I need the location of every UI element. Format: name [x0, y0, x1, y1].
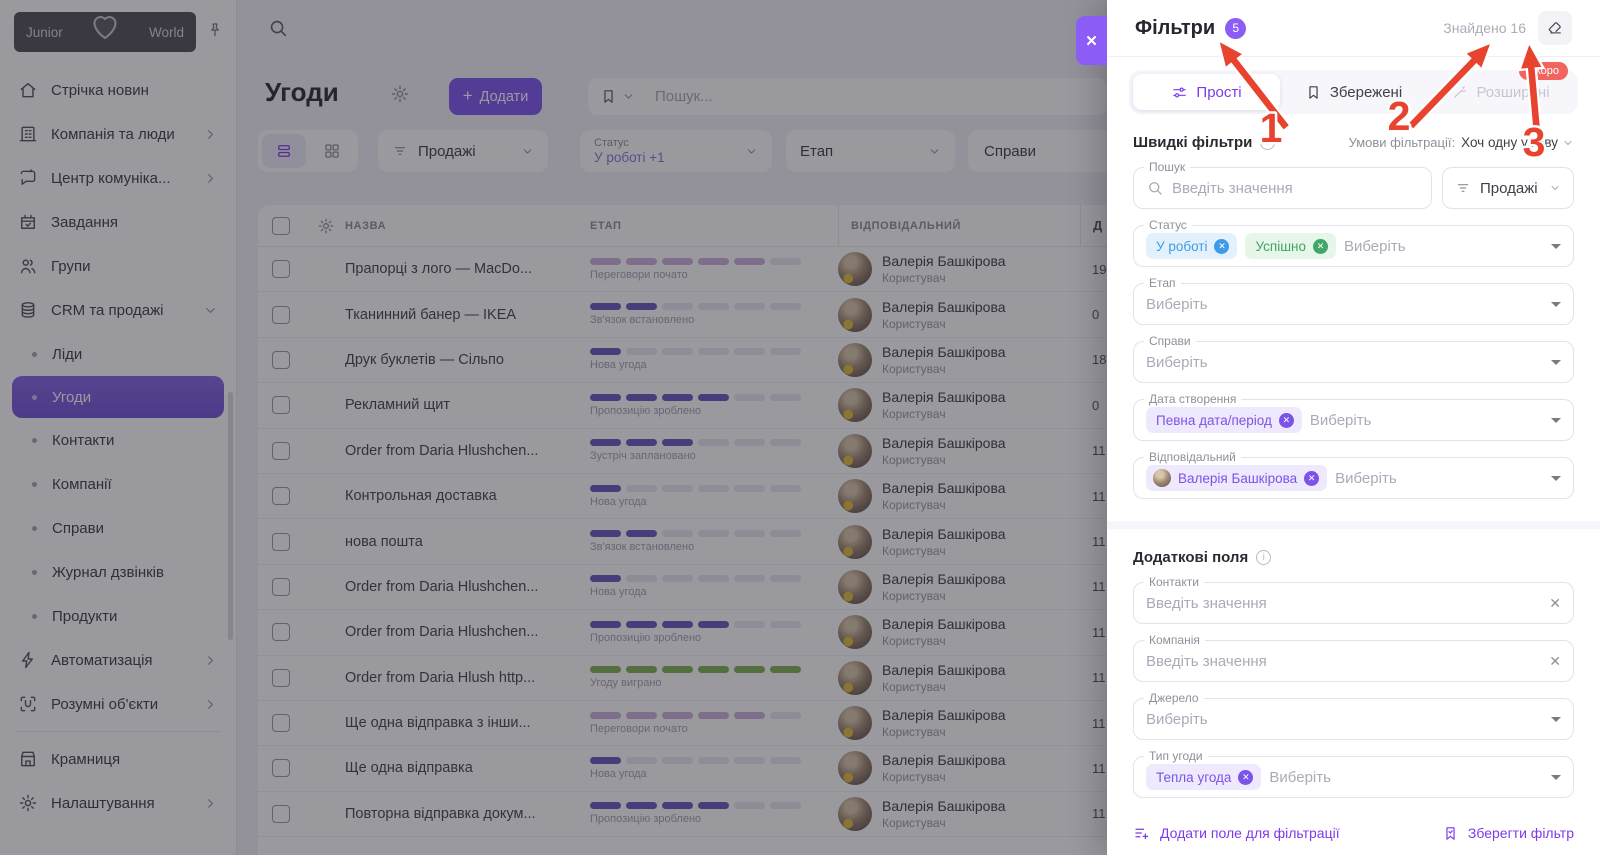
field-placeholder: Введіть значення	[1146, 594, 1267, 612]
found-count: Знайдено 16	[1443, 20, 1526, 36]
filter-field-cases[interactable]: Справи Виберіть	[1133, 334, 1574, 383]
field-placeholder: Виберіть	[1335, 469, 1397, 487]
add-field-icon	[1133, 824, 1151, 842]
overlay-scrim[interactable]	[0, 0, 1107, 855]
bookmark-check-icon	[1442, 825, 1459, 842]
field-label: Контакти	[1144, 575, 1204, 589]
dropdown-arrow-icon[interactable]	[1551, 243, 1561, 249]
funnel-mini-select[interactable]: Продажі	[1442, 167, 1574, 209]
close-panel-button[interactable]: ✕	[1076, 16, 1107, 65]
avatar	[1153, 469, 1171, 487]
filter-tab-simple[interactable]: Прості	[1133, 74, 1280, 110]
filter-field-deal-type[interactable]: Тип угоди Тепла угода ✕ Виберіть	[1133, 749, 1574, 798]
remove-chip-icon[interactable]: ✕	[1214, 238, 1230, 254]
sliders-icon	[1171, 84, 1188, 101]
dropdown-arrow-icon[interactable]	[1551, 417, 1561, 423]
filter-lines-icon	[1455, 180, 1471, 196]
remove-chip-icon[interactable]: ✕	[1238, 769, 1254, 785]
filter-field-search[interactable]: Пошук Введіть значення	[1133, 160, 1432, 209]
wand-icon	[1451, 84, 1468, 101]
extra-fields: Контакти Введіть значення ✕ Компанія Введіть…	[1133, 575, 1574, 798]
field-label: Відповідальний	[1144, 450, 1241, 464]
extra-fields-title: Додаткові поля	[1133, 549, 1249, 566]
search-icon	[1146, 179, 1164, 197]
save-filter-link[interactable]: Зберегти фільтр	[1442, 825, 1574, 842]
dropdown-arrow-icon[interactable]	[1551, 475, 1561, 481]
tab-label: Збережені	[1329, 83, 1403, 101]
filter-field-responsible[interactable]: Відповідальний Валерія Башкірова ✕ Виберіть	[1133, 450, 1574, 499]
field-label: Компанія	[1144, 633, 1205, 647]
filter-chip[interactable]: Успішно ✕	[1245, 233, 1336, 259]
filter-chip[interactable]: Тепла угода ✕	[1146, 764, 1262, 790]
field-placeholder: Введіть значення	[1172, 179, 1293, 197]
filter-field-created-date[interactable]: Дата створення Певна дата/період ✕ Виберіть	[1133, 392, 1574, 441]
filter-field-stage[interactable]: Етап Виберіть	[1133, 276, 1574, 325]
filter-field-source[interactable]: Джерело Виберіть	[1133, 691, 1574, 740]
filter-tab-saved[interactable]: Збережені	[1280, 74, 1427, 110]
quick-filters-title: Швидкі фільтри	[1133, 134, 1253, 151]
filter-tabs: Прості Збережені Розширені Скоро	[1129, 62, 1578, 114]
mini-select-value: Продажі	[1480, 179, 1538, 197]
field-row: Пошук Введіть значення Продажі	[1133, 160, 1574, 209]
tab-label: Розширені	[1476, 83, 1550, 101]
field-placeholder: Виберіть	[1146, 710, 1208, 728]
info-icon: i	[1260, 135, 1276, 150]
field-label: Статус	[1144, 218, 1192, 232]
active-filters-badge: 5	[1225, 17, 1247, 39]
add-filter-field-link[interactable]: Додати поле для фільтрації	[1133, 824, 1340, 842]
filter-field-status[interactable]: Статус У роботі ✕ Успішно ✕ Виберіть	[1133, 218, 1574, 267]
field-label: Тип угоди	[1144, 749, 1208, 763]
bookmark-icon	[1305, 84, 1322, 101]
filter-panel: Фільтри 5 Знайдено 16 Прості Збережені Роз…	[1107, 0, 1600, 855]
filter-panel-body: Швидкі фільтри i Умови фільтрації: Хоч о…	[1107, 114, 1600, 855]
remove-chip-icon[interactable]: ✕	[1304, 470, 1320, 486]
field-placeholder: Виберіть	[1344, 237, 1406, 255]
field-label: Пошук	[1144, 160, 1191, 174]
field-label: Справи	[1144, 334, 1196, 348]
field-label: Джерело	[1144, 691, 1204, 705]
soon-badge: Скоро	[1518, 62, 1568, 80]
filter-field-company[interactable]: Компанія Введіть значення ✕	[1133, 633, 1574, 682]
quick-fields: Пошук Введіть значення Продажі Статус У робо…	[1133, 160, 1574, 499]
panel-title: Фільтри	[1135, 16, 1216, 39]
dropdown-arrow-icon[interactable]	[1551, 774, 1561, 780]
clear-filters-eraser-button[interactable]	[1538, 11, 1572, 45]
clear-icon[interactable]: ✕	[1549, 653, 1561, 670]
remove-chip-icon[interactable]: ✕	[1313, 238, 1328, 254]
field-placeholder: Виберіть	[1309, 411, 1372, 429]
dropdown-arrow-icon[interactable]	[1551, 301, 1561, 307]
clear-icon[interactable]: ✕	[1549, 595, 1561, 612]
close-icon: ✕	[1085, 32, 1098, 50]
field-placeholder: Виберіть	[1146, 353, 1208, 371]
field-placeholder: Виберіть	[1146, 295, 1208, 313]
filter-panel-header: Фільтри 5 Знайдено 16	[1107, 0, 1600, 57]
dropdown-arrow-icon[interactable]	[1551, 716, 1561, 722]
filter-chip[interactable]: У роботі ✕	[1146, 233, 1238, 259]
filter-chip[interactable]: Певна дата/період ✕	[1146, 407, 1302, 433]
conditions-select[interactable]: Хоч одну умову	[1461, 135, 1574, 150]
tab-label: Прості	[1196, 83, 1242, 101]
section-divider	[1107, 521, 1600, 529]
chevron-down-icon	[1549, 182, 1561, 194]
info-icon: i	[1256, 550, 1272, 565]
filter-chip[interactable]: Валерія Башкірова ✕	[1146, 465, 1328, 491]
field-placeholder: Введіть значення	[1146, 652, 1267, 670]
field-label: Дата створення	[1144, 392, 1242, 406]
dropdown-arrow-icon[interactable]	[1551, 359, 1561, 365]
field-label: Етап	[1144, 276, 1181, 290]
remove-chip-icon[interactable]: ✕	[1278, 412, 1294, 428]
crm-app: Junior World Стрічка новин Компанія та лю…	[0, 0, 1600, 855]
conditions-label: Умови фільтрації:	[1348, 135, 1456, 150]
chevron-down-icon	[1562, 137, 1574, 149]
filter-field-contacts[interactable]: Контакти Введіть значення ✕	[1133, 575, 1574, 624]
field-placeholder: Виберіть	[1269, 768, 1331, 786]
